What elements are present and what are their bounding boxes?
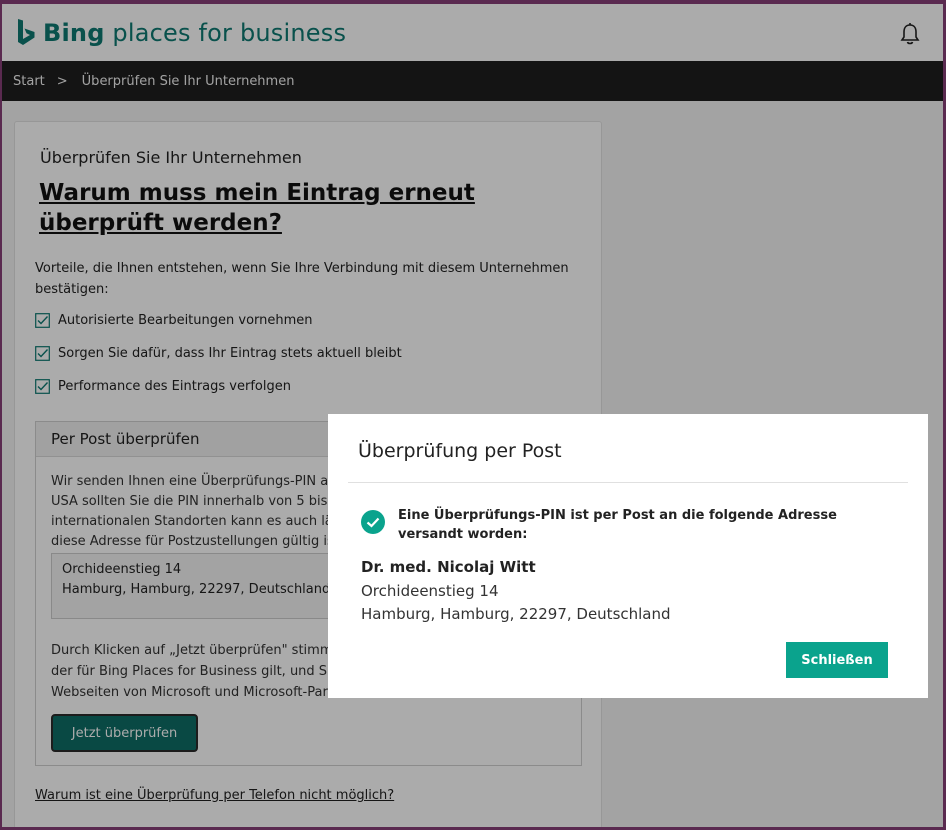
app-window: Bing places for business Start > Überprü… [2,4,943,827]
close-button[interactable]: Schließen [786,642,888,678]
dialog-divider [348,482,908,483]
dialog-title: Überprüfung per Post [358,440,562,462]
dialog-message: Eine Überprüfungs-PIN ist per Post an di… [398,508,837,542]
recipient-city: Hamburg, Hamburg, 22297, Deutschland [361,605,671,623]
recipient-street: Orchideenstieg 14 [361,582,499,600]
recipient-name: Dr. med. Nicolaj Witt [361,558,536,576]
mail-verification-dialog: Überprüfung per Post Eine Überprüfungs-P… [328,414,928,698]
check-circle-icon [361,510,385,534]
